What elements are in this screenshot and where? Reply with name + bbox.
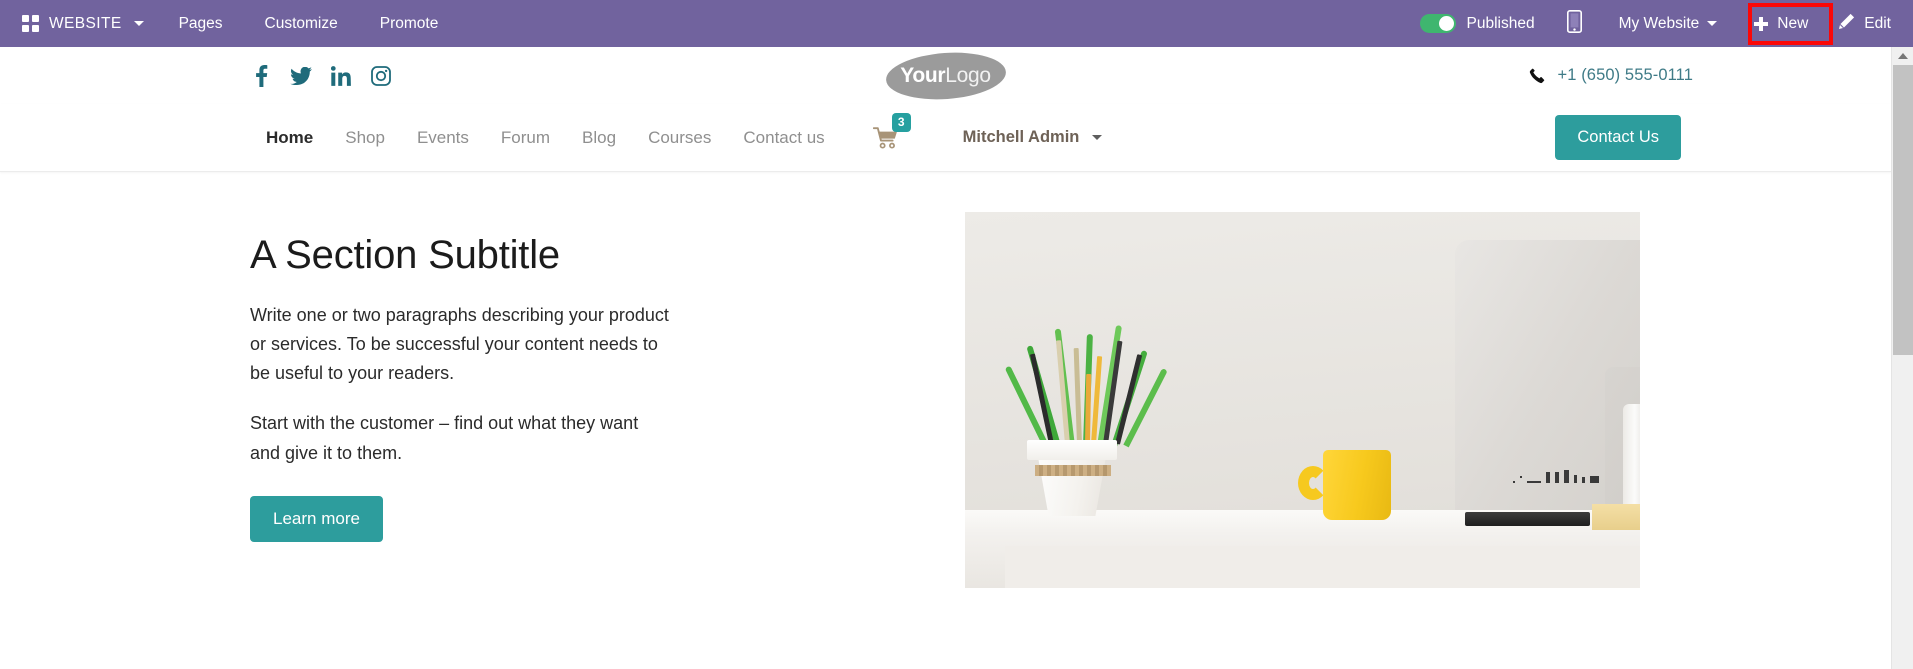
hero-image	[965, 212, 1640, 588]
hero-title: A Section Subtitle	[250, 233, 560, 277]
mobile-preview-button[interactable]	[1551, 0, 1598, 47]
facebook-icon[interactable]	[250, 64, 272, 87]
new-button[interactable]: New	[1738, 0, 1824, 47]
apps-menu-label: WEBSITE	[49, 14, 122, 32]
logo-text-light: Logo	[945, 63, 991, 87]
menu-item-promote[interactable]: Promote	[359, 0, 460, 47]
nav-link-contact-us[interactable]: Contact us	[727, 128, 840, 148]
hero-image-desk-edge	[1005, 546, 1640, 588]
nav-link-courses[interactable]: Courses	[632, 128, 727, 148]
hero-text-column: A Section Subtitle Write one or two para…	[0, 232, 700, 542]
menu-item-pages[interactable]: Pages	[158, 0, 244, 47]
site-logo[interactable]: YourLogo	[884, 48, 1007, 103]
admin-top-bar: WEBSITE Pages Customize Promote Publishe…	[0, 0, 1913, 47]
website-preview-area: YourLogo +1 (650) 555-0111 Home Shop Eve…	[0, 47, 1891, 669]
hero-image-monitor-ports	[1513, 470, 1599, 483]
hero-paragraph-1: Write one or two paragraphs describing y…	[250, 305, 669, 384]
cart-badge-count: 3	[891, 112, 911, 132]
phone-link[interactable]: +1 (650) 555-0111	[1529, 66, 1851, 85]
scrollbar-thumb[interactable]	[1893, 65, 1913, 355]
publish-toggle[interactable]: Published	[1404, 14, 1551, 33]
pencil-icon	[1838, 13, 1855, 35]
website-selector[interactable]: My Website	[1598, 0, 1739, 47]
apps-menu-website[interactable]: WEBSITE	[0, 0, 158, 47]
hero-image-keyboard	[1465, 512, 1590, 526]
site-nav-links: Home Shop Events Forum Blog Courses Cont…	[250, 112, 1103, 149]
hero-section: A Section Subtitle Write one or two para…	[0, 172, 1891, 588]
menu-item-customize[interactable]: Customize	[244, 0, 359, 47]
hero-image-notepad	[1592, 504, 1640, 530]
page-scrollbar[interactable]	[1891, 47, 1913, 669]
chevron-down-icon	[1092, 135, 1103, 140]
nav-link-shop[interactable]: Shop	[329, 128, 401, 148]
nav-link-home[interactable]: Home	[250, 128, 329, 148]
admin-bar-right-group: Published My Website New Edit	[1404, 0, 1913, 47]
plus-icon	[1754, 16, 1769, 31]
mobile-phone-icon	[1566, 9, 1582, 38]
nav-link-events[interactable]: Events	[401, 128, 485, 148]
toggle-switch-icon	[1419, 14, 1456, 33]
chevron-down-icon	[133, 21, 144, 26]
logo-text-bold: Your	[900, 63, 946, 87]
publish-status-label: Published	[1466, 14, 1535, 32]
twitter-icon[interactable]	[290, 65, 312, 87]
website-selector-label: My Website	[1618, 14, 1700, 32]
hero-image-mug	[1323, 450, 1391, 520]
phone-number: +1 (650) 555-0111	[1557, 66, 1693, 84]
grid-icon	[22, 15, 39, 32]
user-menu[interactable]: Mitchell Admin	[963, 128, 1103, 147]
chevron-down-icon	[1707, 21, 1718, 26]
user-menu-label: Mitchell Admin	[962, 128, 1080, 146]
phone-icon	[1529, 68, 1545, 84]
edit-button-label: Edit	[1864, 14, 1891, 32]
site-navigation-bar: Home Shop Events Forum Blog Courses Cont…	[0, 104, 1891, 172]
learn-more-button[interactable]: Learn more	[250, 495, 383, 542]
hero-image-pot-twine	[1035, 465, 1111, 476]
nav-link-blog[interactable]: Blog	[566, 128, 632, 148]
admin-bar-left-group: WEBSITE Pages Customize Promote	[0, 0, 459, 47]
logo-text: YourLogo	[900, 64, 991, 88]
nav-link-forum[interactable]: Forum	[485, 128, 566, 148]
hero-image-pot-rim	[1027, 440, 1117, 460]
cart-button[interactable]: 3	[872, 112, 911, 149]
edit-button[interactable]: Edit	[1824, 0, 1913, 47]
instagram-icon[interactable]	[370, 65, 392, 87]
contact-us-button[interactable]: Contact Us	[1555, 115, 1681, 160]
scrollbar-up-arrow-icon[interactable]	[1892, 47, 1913, 65]
new-button-label: New	[1777, 14, 1809, 32]
linkedin-icon[interactable]	[330, 65, 352, 87]
social-links	[250, 64, 392, 87]
site-top-strip: YourLogo +1 (650) 555-0111	[0, 47, 1891, 104]
hero-paragraph-2: Start with the customer – find out what …	[250, 413, 639, 463]
